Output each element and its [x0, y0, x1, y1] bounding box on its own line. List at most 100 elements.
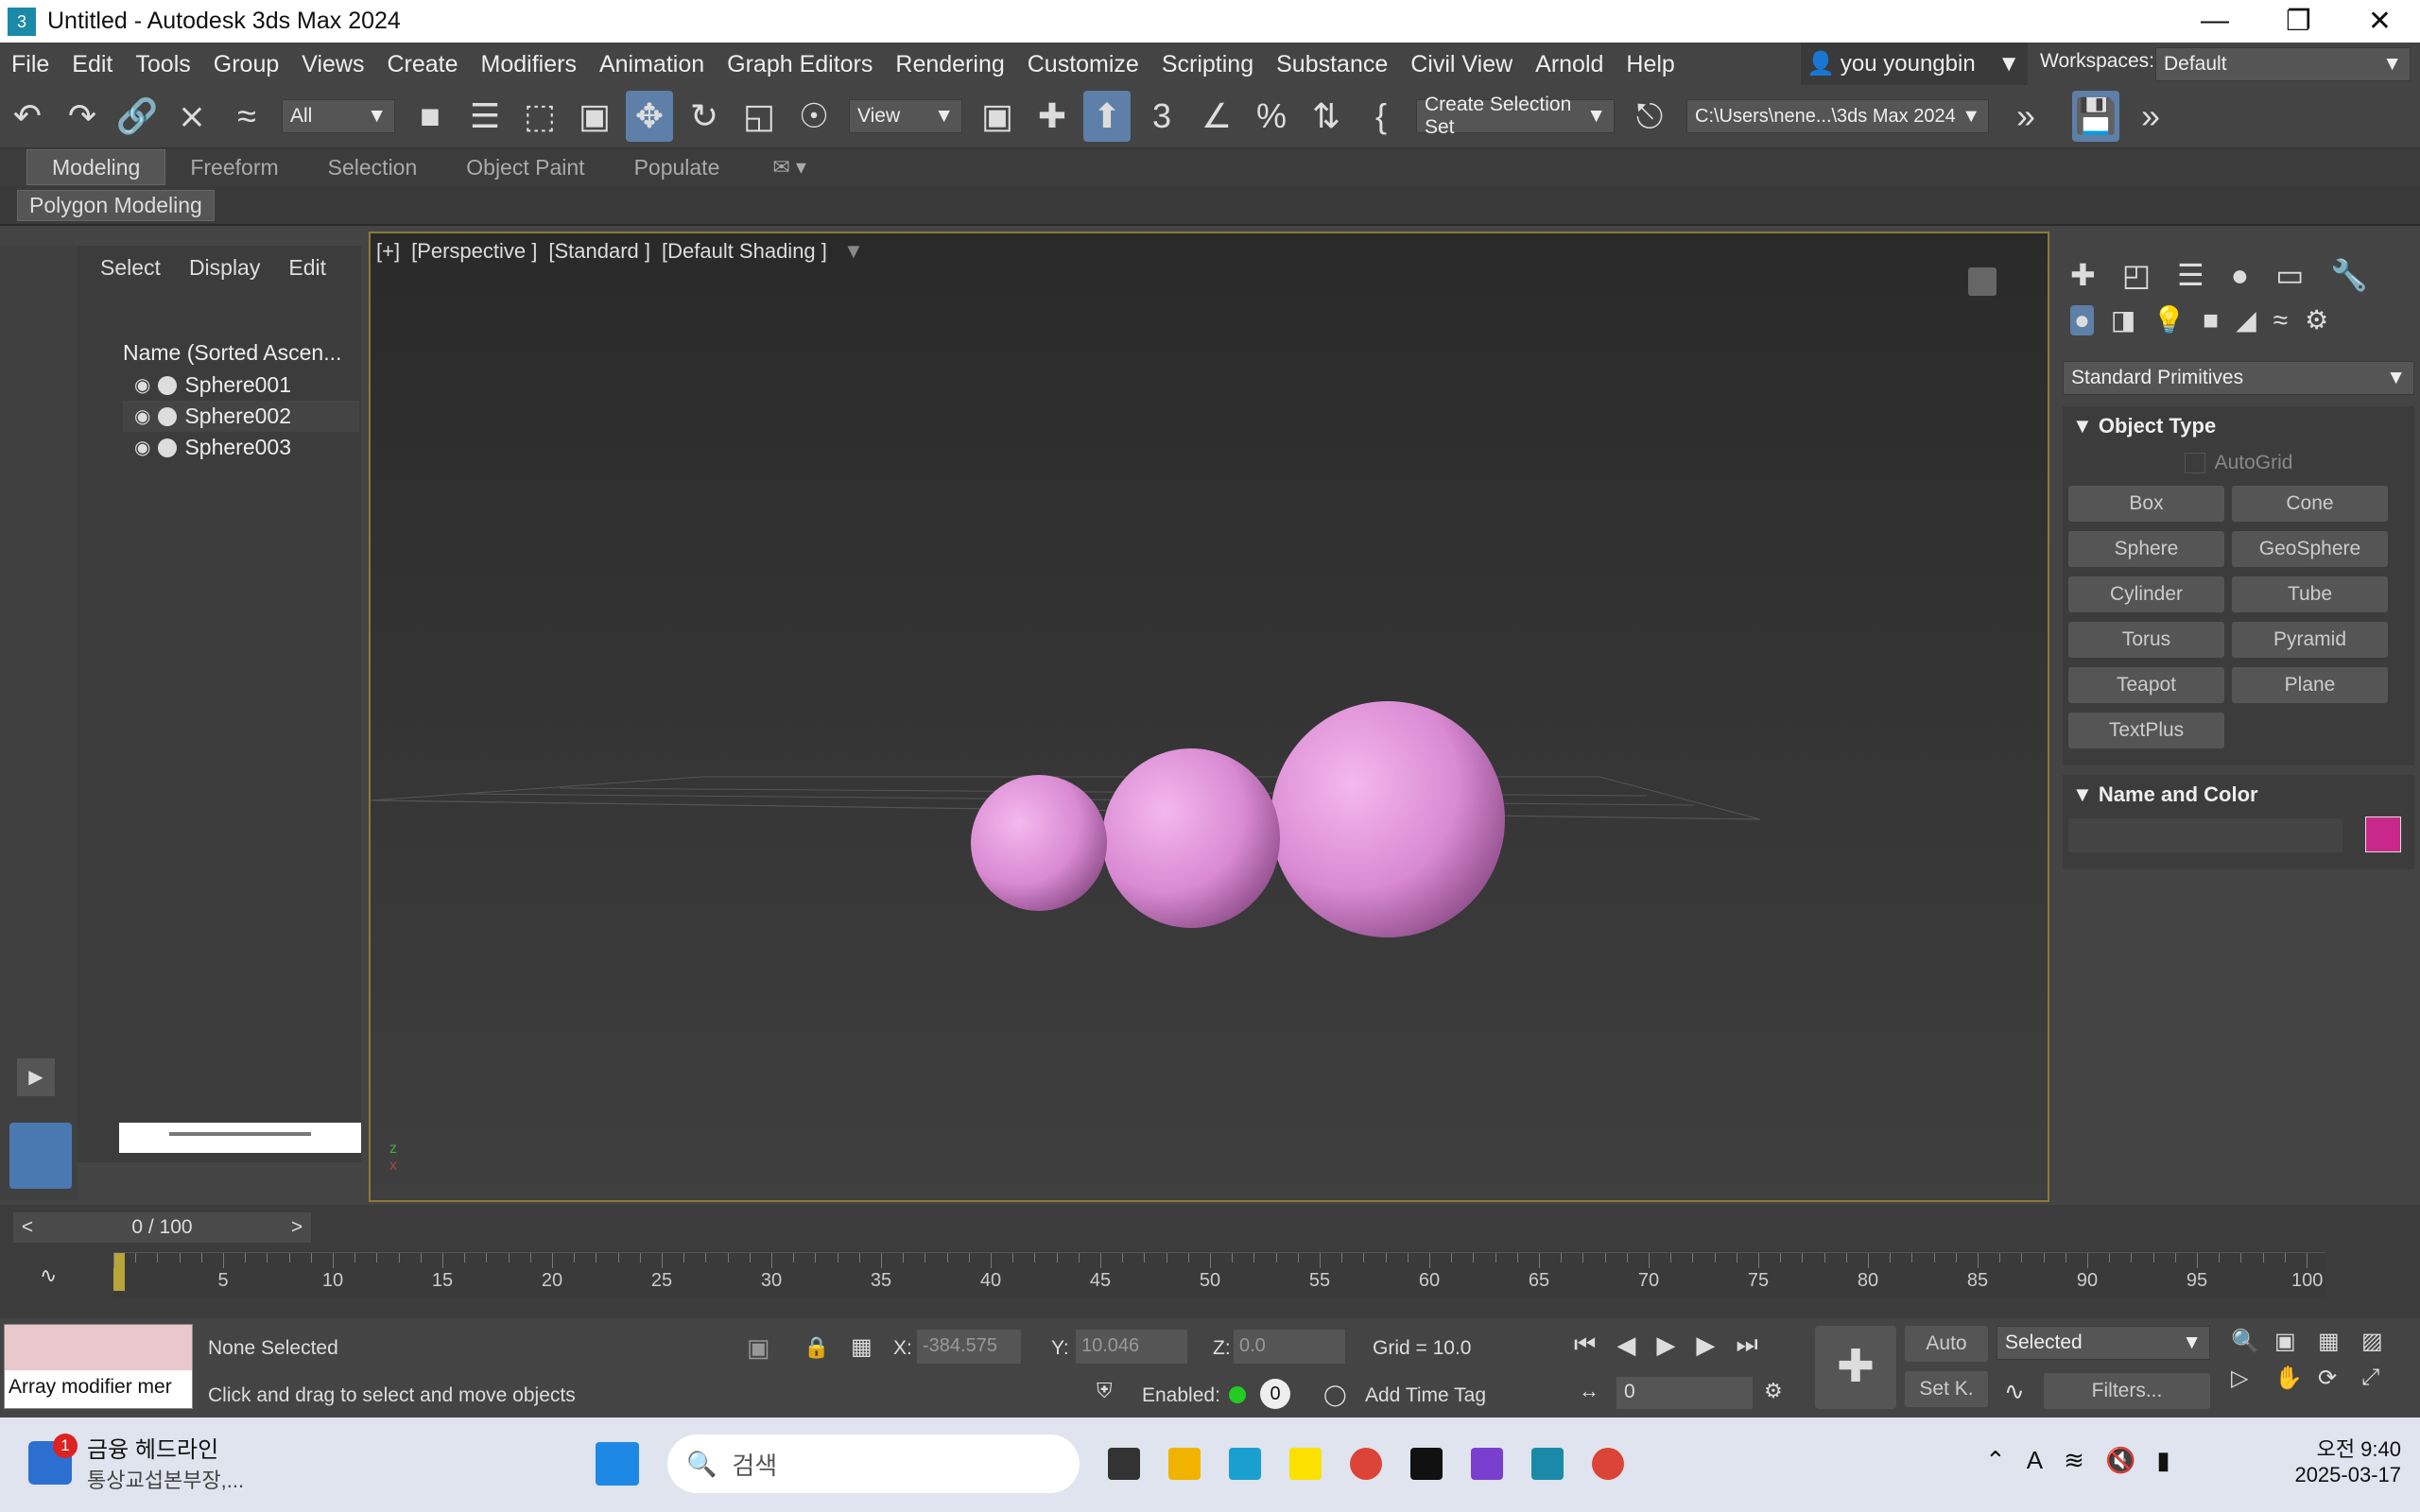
menu-item-views[interactable]: Views [290, 46, 375, 82]
user-account[interactable]: 👤 you youngbin ▼ [1801, 43, 2028, 85]
tube-button[interactable]: Tube [2232, 576, 2388, 612]
expand-toolbar-icon[interactable]: » [2127, 91, 2174, 142]
battery-icon[interactable]: ▮ [2156, 1446, 2169, 1475]
systems-icon[interactable]: ⚙ [2305, 304, 2328, 335]
ribbon-tab-freeform[interactable]: Freeform [165, 150, 302, 184]
go-to-end-icon[interactable]: ⏭ [1736, 1330, 1757, 1360]
textplus-button[interactable]: TextPlus [2068, 713, 2224, 748]
menu-item-arnold[interactable]: Arnold [1524, 46, 1615, 82]
menu-item-graph-editors[interactable]: Graph Editors [716, 46, 884, 82]
menu-item-group[interactable]: Group [202, 46, 290, 82]
fov-icon[interactable]: ▷ [2231, 1365, 2274, 1392]
cameras-icon[interactable]: ■ [2203, 305, 2219, 335]
teapot-button[interactable]: Teapot [2068, 667, 2224, 703]
menu-item-edit[interactable]: Edit [60, 46, 124, 82]
angle-snap-icon[interactable]: ∠ [1193, 91, 1240, 142]
expand-arrow-icon[interactable]: ▶ [17, 1058, 55, 1096]
eye-icon[interactable]: ◉ [134, 436, 150, 459]
restore-icon[interactable]: ❐ [2286, 5, 2311, 38]
volume-mute-icon[interactable]: 🔇 [2105, 1446, 2135, 1475]
clock[interactable]: 오전 9:40 2025-03-17 [2278, 1433, 2401, 1487]
prev-frame-icon[interactable]: < [13, 1216, 42, 1239]
box-button[interactable]: Box [2068, 486, 2224, 522]
cone-button[interactable]: Cone [2232, 486, 2388, 522]
unlink-icon[interactable]: ⨯ [168, 91, 216, 142]
key-filter-dropdown[interactable]: Selected ▼ [1996, 1326, 2210, 1360]
shield-icon[interactable]: ⛨ [1097, 1379, 1113, 1403]
project-path-dropdown[interactable]: C:\Users\nene...\3ds Max 2024 ▼ [1686, 99, 1989, 133]
set-key-icon[interactable]: ✚ [1815, 1326, 1896, 1409]
scene-menu-select[interactable]: Select [100, 255, 161, 281]
add-time-tag[interactable]: Add Time Tag [1365, 1384, 1486, 1407]
windows-start-icon[interactable] [596, 1442, 639, 1486]
menu-item-help[interactable]: Help [1615, 46, 1685, 82]
obsidian-icon[interactable] [1471, 1448, 1503, 1480]
scale-icon[interactable]: ◱ [735, 91, 783, 142]
lock-icon[interactable]: 🔒 [804, 1335, 829, 1360]
collapse-icon[interactable]: ▼ [2072, 414, 2093, 438]
zoom-extents-all-icon[interactable]: ▨ [2361, 1328, 2405, 1355]
minimize-icon[interactable]: — [2201, 5, 2229, 38]
bind-spacewarp-icon[interactable]: ≈ [223, 91, 270, 142]
display-tab-icon[interactable]: ▭ [2275, 257, 2304, 293]
go-to-start-icon[interactable]: ⏮ [1574, 1330, 1596, 1360]
x-coord-field[interactable]: -384.575 [917, 1330, 1021, 1364]
snaps-icon[interactable]: 3 [1138, 91, 1185, 142]
pan-icon[interactable]: ✋ [2274, 1365, 2318, 1392]
hierarchy-tab-icon[interactable]: ☰ [2177, 257, 2204, 293]
chrome-icon[interactable] [1350, 1448, 1382, 1480]
select-object-icon[interactable]: ■ [406, 91, 454, 142]
list-item[interactable]: ◉ Sphere003 [123, 432, 359, 463]
keyboard-shortcut-icon[interactable]: ⬆ [1083, 91, 1131, 142]
edge-icon[interactable] [1229, 1448, 1261, 1480]
eye-icon[interactable]: ◉ [134, 373, 150, 397]
taskbar-search[interactable]: 🔍 검색 [667, 1435, 1080, 1493]
scene-explorer-search[interactable] [119, 1123, 361, 1153]
task-view-icon[interactable] [1108, 1448, 1140, 1480]
column-header-name[interactable]: Name (Sorted Ascen... [123, 336, 359, 369]
torus-button[interactable]: Torus [2068, 622, 2224, 658]
next-frame-icon[interactable]: > [283, 1216, 311, 1239]
selection-filter-dropdown[interactable]: All ▼ [282, 99, 395, 133]
list-item[interactable]: ◉ Sphere002 [123, 401, 359, 432]
eye-icon[interactable]: ◉ [134, 404, 150, 428]
plane-button[interactable]: Plane [2232, 667, 2388, 703]
current-frame-field[interactable]: 0 [1616, 1377, 1753, 1409]
z-coord-field[interactable]: 0.0 [1234, 1330, 1345, 1364]
rotate-icon[interactable]: ↻ [681, 91, 728, 142]
shapes-icon[interactable]: ◨ [2111, 304, 2135, 335]
ime-icon[interactable]: A [2027, 1446, 2043, 1475]
object-color-swatch[interactable] [2365, 816, 2401, 852]
ribbon-tab-populate[interactable]: Populate [610, 150, 745, 184]
filters-button[interactable]: Filters... [2044, 1373, 2210, 1409]
zoom-icon[interactable]: 🔍 [2231, 1328, 2274, 1355]
kakaotalk-icon[interactable] [1289, 1448, 1322, 1480]
menu-item-customize[interactable]: Customize [1016, 46, 1150, 82]
selection-set-dropdown[interactable]: Create Selection Set ▼ [1416, 94, 1615, 138]
menu-item-civil-view[interactable]: Civil View [1399, 46, 1524, 82]
news-widget[interactable]: 1 금융 헤드라인 통상교섭본부장,... [28, 1431, 244, 1494]
next-key-icon[interactable]: ▶ [1696, 1331, 1715, 1360]
spacewarps-icon[interactable]: ≈ [2273, 305, 2288, 335]
percent-snap-icon[interactable]: % [1248, 91, 1295, 142]
chrome-profile-icon[interactable] [1592, 1448, 1624, 1480]
motion-tab-icon[interactable]: ● [2231, 258, 2249, 293]
utilities-tab-icon[interactable]: 🔧 [2330, 257, 2368, 293]
track-bar[interactable]: 5 10 15 20 25 30 35 40 45 50 55 60 65 70 75 80 85 90 95 100 [113, 1252, 2325, 1297]
time-tag-icon[interactable]: ◯ [1323, 1383, 1347, 1407]
more-tools-icon[interactable]: » [2002, 91, 2049, 142]
scene-menu-display[interactable]: Display [189, 255, 260, 281]
ribbon-tab-object-paint[interactable]: Object Paint [441, 150, 609, 184]
geosphere-button[interactable]: GeoSphere [2232, 531, 2388, 567]
save-scene-icon[interactable]: 💾 [2072, 91, 2119, 142]
zoom-all-icon[interactable]: ▣ [2274, 1328, 2318, 1355]
key-mode-icon[interactable]: ↔ [1579, 1379, 1599, 1403]
pivot-icon[interactable]: ▣ [974, 91, 1021, 142]
create-tab-icon[interactable]: ✚ [2070, 257, 2096, 293]
modify-tab-icon[interactable]: ◰ [2122, 257, 2151, 293]
menu-item-file[interactable]: File [0, 46, 60, 82]
prev-key-icon[interactable]: ◀ [1616, 1331, 1635, 1360]
close-icon[interactable]: ✕ [2368, 5, 2392, 38]
absolute-mode-icon[interactable]: ▦ [851, 1333, 873, 1361]
isolate-icon[interactable]: ▣ [747, 1333, 770, 1363]
